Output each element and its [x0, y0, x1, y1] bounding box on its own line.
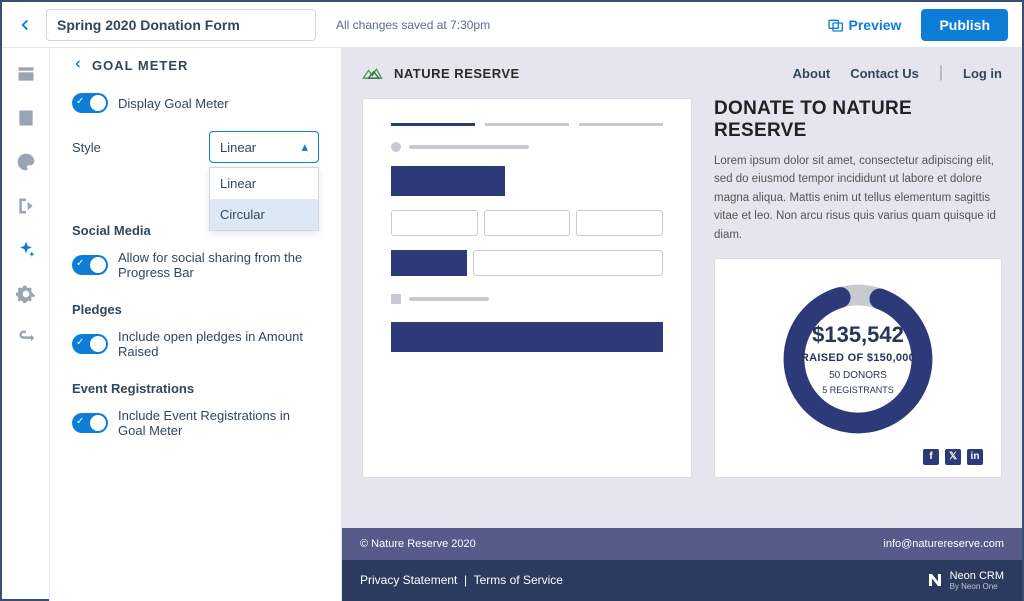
form-split-row: [391, 250, 663, 276]
palette-icon[interactable]: [16, 152, 36, 172]
step-2[interactable]: [485, 123, 569, 126]
vendor-sub: By Neon One: [950, 582, 1004, 591]
input-placeholder[interactable]: [576, 210, 663, 236]
style-label: Style: [72, 140, 101, 155]
back-button[interactable]: [16, 16, 34, 34]
tool-rail: [2, 48, 50, 601]
form-steps: [391, 123, 663, 126]
input-placeholder[interactable]: [473, 250, 663, 276]
neon-logo-icon: [926, 571, 944, 589]
display-goal-meter-label: Display Goal Meter: [118, 96, 229, 111]
footer-copyright: © Nature Reserve 2020: [360, 538, 476, 550]
sparkle-icon[interactable]: [16, 240, 36, 260]
save-status: All changes saved at 7:30pm: [336, 18, 490, 32]
form-inputs-row: [391, 210, 663, 236]
checkbox-row: [391, 294, 663, 304]
site-brand: NATURE RESERVE: [394, 66, 520, 81]
form-title-input[interactable]: [46, 9, 316, 41]
site-nav: NATURE RESERVE About Contact Us | Log in: [362, 64, 1002, 82]
footer-email[interactable]: info@naturereserve.com: [883, 538, 1004, 550]
meter-amount: $135,542: [812, 322, 904, 348]
style-select[interactable]: Linear ▴ Linear Circular: [209, 131, 319, 163]
facebook-icon[interactable]: f: [923, 449, 939, 465]
style-selected-value: Linear: [220, 140, 256, 155]
panel-back-button[interactable]: [72, 58, 84, 73]
style-dropdown: Linear Circular: [209, 167, 319, 231]
event-heading: Event Registrations: [72, 381, 319, 396]
linkedin-icon[interactable]: in: [967, 449, 983, 465]
event-label: Include Event Registrations in Goal Mete…: [118, 408, 319, 438]
goal-meter-card: $135,542 RAISED OF $150,000 50 DONORS 5 …: [714, 258, 1002, 478]
meter-registrants: 5 REGISTRANTS: [822, 385, 894, 395]
top-bar: All changes saved at 7:30pm Preview Publ…: [2, 2, 1022, 48]
nav-divider: |: [939, 64, 943, 82]
input-placeholder[interactable]: [484, 210, 571, 236]
style-option-circular[interactable]: Circular: [210, 199, 318, 230]
social-sharing-label: Allow for social sharing from the Progre…: [118, 250, 319, 280]
vendor-brand[interactable]: Neon CRM By Neon One: [926, 570, 1004, 591]
checkbox-placeholder[interactable]: [391, 294, 401, 304]
privacy-link[interactable]: Privacy Statement: [360, 573, 457, 587]
pledges-label: Include open pledges in Amount Raised: [118, 329, 319, 359]
pledges-heading: Pledges: [72, 302, 319, 317]
site-footers: © Nature Reserve 2020 info@naturereserve…: [342, 528, 1022, 601]
donate-description: Lorem ipsum dolor sit amet, consectetur …: [714, 152, 1002, 244]
pledges-toggle[interactable]: [72, 334, 108, 354]
exit-icon[interactable]: [16, 196, 36, 216]
submit-button-placeholder[interactable]: [391, 322, 663, 352]
gear-icon[interactable]: [16, 284, 36, 304]
tos-link[interactable]: Terms of Service: [474, 573, 563, 587]
settings-panel: GOAL METER Display Goal Meter Style Line…: [50, 48, 342, 601]
button-placeholder[interactable]: [391, 250, 467, 276]
preview-canvas: NATURE RESERVE About Contact Us | Log in: [342, 48, 1022, 601]
form-icon[interactable]: [16, 108, 36, 128]
nav-contact[interactable]: Contact Us: [850, 66, 919, 81]
redo-icon[interactable]: [16, 328, 36, 348]
nav-about[interactable]: About: [793, 66, 831, 81]
preview-button[interactable]: Preview: [827, 17, 902, 33]
form-heading-placeholder: [391, 142, 663, 152]
vendor-name: Neon CRM: [950, 570, 1004, 582]
event-toggle[interactable]: [72, 413, 108, 433]
donate-title: DONATE TO NATURE RESERVE: [714, 98, 1002, 142]
twitter-icon[interactable]: 𝕏: [945, 449, 961, 465]
preview-label: Preview: [849, 17, 902, 33]
input-placeholder[interactable]: [391, 210, 478, 236]
meter-donors: 50 DONORS: [829, 370, 887, 381]
meter-goal: RAISED OF $150,000: [801, 352, 915, 364]
form-preview-card: [362, 98, 692, 478]
site-logo[interactable]: NATURE RESERVE: [362, 64, 520, 82]
nav-login[interactable]: Log in: [963, 66, 1002, 81]
style-option-linear[interactable]: Linear: [210, 168, 318, 199]
step-1[interactable]: [391, 123, 475, 126]
social-sharing-toggle[interactable]: [72, 255, 108, 275]
display-goal-meter-toggle[interactable]: [72, 93, 108, 113]
social-icons: f 𝕏 in: [725, 449, 991, 465]
form-field-placeholder: [391, 166, 505, 196]
publish-button[interactable]: Publish: [921, 9, 1008, 41]
panel-title: GOAL METER: [92, 58, 188, 73]
layout-icon[interactable]: [16, 64, 36, 84]
step-3[interactable]: [579, 123, 663, 126]
caret-up-icon: ▴: [301, 139, 308, 155]
